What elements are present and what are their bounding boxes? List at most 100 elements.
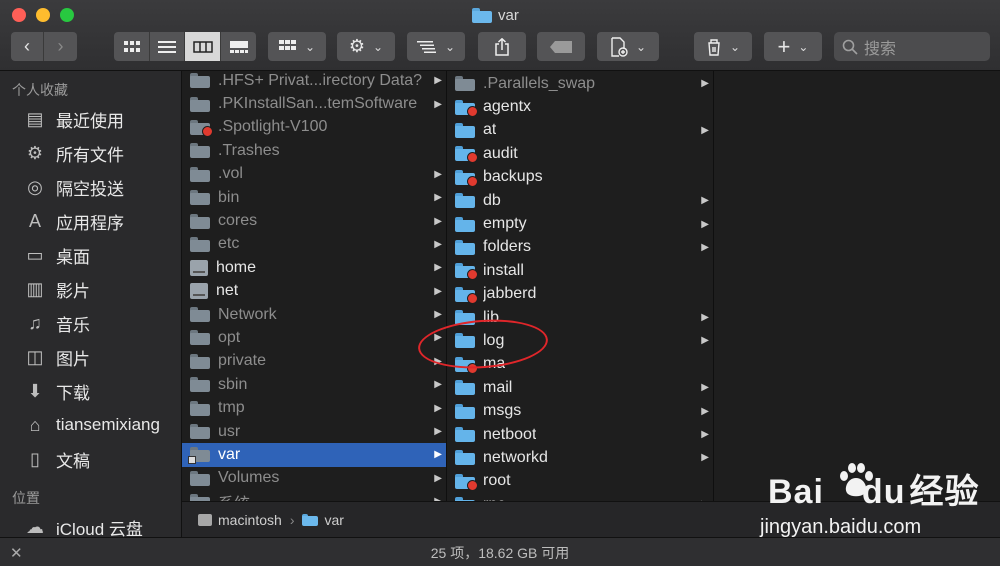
sidebar-item[interactable]: A 应用程序 [0,204,181,238]
search-field[interactable]: 搜索 [834,32,990,61]
sidebar-item[interactable]: ▥ 影片 [0,272,181,306]
folder-icon [455,169,478,187]
column-row[interactable]: usr ▶ [182,420,446,443]
column-row-label: var [218,445,241,463]
path-disk[interactable]: macintosh [218,512,282,528]
column-view-button[interactable] [185,32,221,61]
disclosure-arrow-icon: ▶ [701,382,709,394]
column-row[interactable]: .Spotlight-V100 [182,116,446,139]
sidebar-item[interactable]: ⚙ 所有文件 [0,136,181,170]
documents-icon: ▯ [30,448,40,469]
sidebar-item-label: 桌面 [56,247,90,267]
sidebar-item[interactable]: ◫ 图片 [0,340,181,374]
disclosure-arrow-icon: ▶ [434,262,442,274]
chevron-down-icon: ⌄ [304,39,316,54]
column-row[interactable]: .HFS+ Privat...irectory Data? ▶ [182,71,446,92]
browser-column-empty[interactable] [714,71,1000,501]
sidebar-item[interactable]: ⌂ tiansemixiang [0,408,181,442]
path-folder[interactable]: var [324,512,343,528]
column-row[interactable]: sbin ▶ [182,373,446,396]
disclosure-arrow-icon: ▶ [434,285,442,297]
add-button[interactable]: + ⌄ [764,32,822,61]
sidebar-item[interactable]: ▭ 桌面 [0,238,181,272]
column-row[interactable]: Network ▶ [182,303,446,326]
column-row[interactable]: .vol ▶ [182,163,446,186]
column-row-label: private [218,352,267,370]
column-row-label: home [216,258,257,276]
group-by-button[interactable]: ⌄ [268,32,326,61]
column-row[interactable]: folders ▶ [447,236,713,259]
close-window-button[interactable] [12,8,26,22]
action-menu-button[interactable]: ⚙ ⌄ [337,32,395,61]
disclosure-arrow-icon: ▶ [434,75,442,87]
tools-icon[interactable]: ✕ [10,544,23,562]
downloads-icon: ⬇ [27,380,43,401]
folder-icon [188,447,210,465]
column-row[interactable]: .Parallels_swap ▶ [447,72,713,95]
folder-icon [190,470,210,486]
icon-view-button[interactable] [114,32,150,61]
sidebar-item[interactable]: ☁ iCloud 云盘 [0,510,181,538]
cleaner-tool-button[interactable]: ⌄ [694,32,752,61]
column-row-label: opt [218,328,241,346]
folder-icon [455,263,478,281]
browser-column-root[interactable]: .HFS+ Privat...irectory Data? ▶ .PKInstall… [182,71,447,501]
column-row[interactable]: networkd ▶ [447,446,713,469]
column-row[interactable]: jabberd [447,283,713,306]
column-row[interactable]: .Trashes [182,139,446,162]
edit-tags-button[interactable] [537,32,585,61]
column-row[interactable]: etc ▶ [182,233,446,256]
sidebar-item[interactable]: ▤ 最近使用 [0,102,181,136]
sidebar-item[interactable]: ▯ 文稿 [0,442,181,476]
zoom-window-button[interactable] [60,8,74,22]
arrange-button[interactable]: ⌄ [407,32,465,61]
column-row[interactable]: netboot ▶ [447,423,713,446]
group-icon [278,39,296,50]
forward-button[interactable]: › [44,32,77,61]
gallery-view-button[interactable] [221,32,256,61]
minimize-window-button[interactable] [36,8,50,22]
column-view-icon [192,40,213,53]
column-row[interactable]: audit [447,142,713,165]
sidebar-item[interactable]: ⬇ 下载 [0,374,181,408]
column-row[interactable]: mail ▶ [447,376,713,399]
column-row[interactable]: agentx [447,95,713,118]
list-view-button[interactable] [150,32,185,61]
column-row[interactable]: var ▶ [182,443,446,467]
no-access-badge-icon [467,269,478,281]
disclosure-arrow-icon: ▶ [434,215,442,227]
column-row[interactable]: home ▶ [182,256,446,279]
sidebar-item[interactable]: ♫ 音乐 [0,306,181,340]
sidebar-item[interactable]: ◎ 隔空投送 [0,170,181,204]
new-document-button[interactable]: ⌄ [597,32,659,61]
column-row[interactable]: at ▶ [447,119,713,142]
folder-icon [455,122,475,138]
column-row[interactable]: 系统▶ [182,490,446,501]
plus-icon: + [777,33,791,59]
chevron-down-icon: ⌄ [444,39,456,54]
column-row[interactable]: msgs ▶ [447,399,713,422]
column-row[interactable]: net ▶ [182,280,446,303]
column-row[interactable]: empty ▶ [447,212,713,235]
column-row[interactable]: root [447,470,713,493]
folder-icon [302,513,319,526]
column-row-label: networkd [483,448,548,466]
column-row[interactable]: install [447,259,713,282]
back-button[interactable]: ‹ [11,32,44,61]
folder-icon [455,76,475,92]
column-row[interactable]: cores ▶ [182,209,446,232]
column-row[interactable]: .PKInstallSan...temSoftware ▶ [182,92,446,115]
column-row[interactable]: Volumes ▶ [182,467,446,490]
browser-column-var[interactable]: .Parallels_swap ▶ agentx at ▶ audit backups db ▶… [447,71,714,501]
column-row[interactable]: backups [447,166,713,189]
column-row[interactable]: rpc▶ [447,493,713,501]
column-row[interactable]: bin ▶ [182,186,446,209]
folder-icon [455,99,478,117]
recents-icon: ▤ [26,108,44,129]
share-button[interactable] [478,32,526,61]
column-row-label: 系统 [218,490,250,501]
column-row[interactable]: tmp ▶ [182,396,446,419]
column-row[interactable]: db ▶ [447,189,713,212]
column-row[interactable]: opt ▶ [182,326,446,349]
column-row[interactable]: private ▶ [182,350,446,373]
